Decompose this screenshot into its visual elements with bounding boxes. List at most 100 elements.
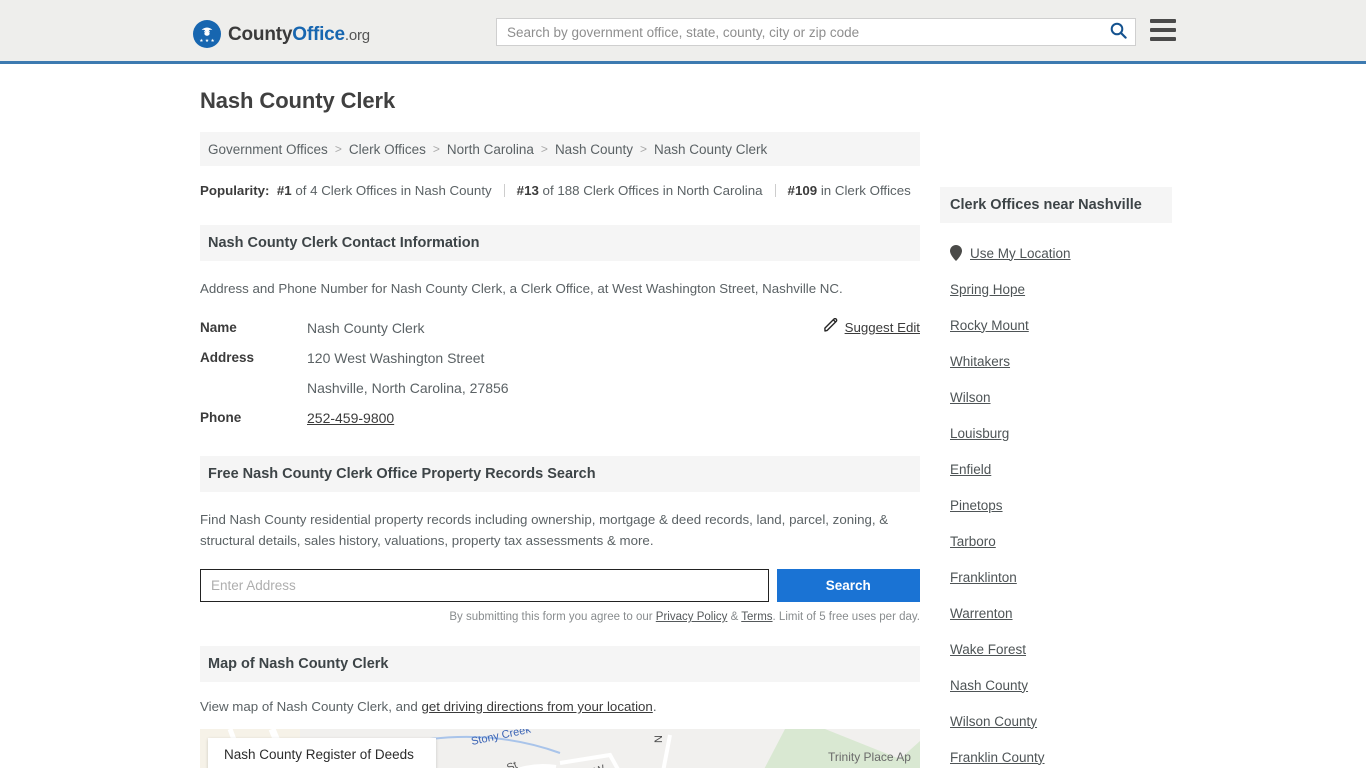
edit-pencil-icon [823, 313, 838, 343]
contact-info-row: Nashville, North Carolina, 27856 [200, 373, 920, 403]
search-input[interactable] [497, 19, 1101, 45]
sidebar-item-link[interactable]: Nash County [950, 678, 1028, 693]
contact-info-value: Nash County Clerk [307, 320, 425, 336]
map-section-heading: Map of Nash County Clerk [200, 646, 920, 682]
sidebar-item-link[interactable]: Wake Forest [950, 642, 1026, 657]
sidebar-item[interactable]: Tarboro [940, 523, 1172, 559]
breadcrumb-item[interactable]: Nash County Clerk [654, 142, 767, 157]
sidebar-item[interactable]: Wilson County [940, 703, 1172, 739]
fineprint-before: By submitting this form you agree to our [449, 611, 656, 623]
breadcrumb-item[interactable]: North Carolina [447, 142, 534, 157]
sidebar-item-link[interactable]: Pinetops [950, 498, 1003, 513]
popularity-divider [774, 184, 776, 197]
map-canvas[interactable]: Stony Creek e St W N Trinity Place Ap Na… [200, 729, 920, 768]
sidebar-item-link[interactable]: Franklin County [950, 750, 1045, 765]
phone-link[interactable]: 252-459-9800 [307, 410, 394, 426]
map-intro-text: View map of Nash County Clerk, and get d… [200, 699, 920, 714]
use-my-location-link[interactable]: Use My Location [970, 246, 1071, 261]
sidebar-item-link[interactable]: Wilson [950, 390, 991, 405]
contact-section-heading: Nash County Clerk Contact Information [200, 225, 920, 261]
contact-info-value: 252-459-9800 [307, 403, 394, 433]
sidebar-item[interactable]: Rocky Mount [940, 307, 1172, 343]
sidebar-heading: Clerk Offices near Nashville [940, 187, 1172, 223]
sidebar-item-link[interactable]: Tarboro [950, 534, 996, 549]
sidebar: Clerk Offices near Nashville Use My Loca… [940, 64, 1172, 768]
breadcrumb-separator: > [432, 142, 440, 156]
eagle-seal-icon [193, 20, 221, 48]
breadcrumb-separator: > [334, 142, 342, 156]
contact-info-row: Address 120 West Washington Street [200, 343, 920, 373]
breadcrumb-item[interactable]: Nash County [555, 142, 633, 157]
popularity-rank: #109 [787, 183, 818, 198]
sidebar-links-list: Use My Location Spring Hope Rocky Mount Wh… [940, 235, 1172, 768]
contact-info-table: Suggest Edit Name Nash County Clerk Addres… [200, 313, 920, 433]
logo-text-tld: .org [344, 26, 370, 44]
sidebar-item[interactable]: Wilson [940, 379, 1172, 415]
sidebar-item-link[interactable]: Wilson County [950, 714, 1037, 729]
popularity-label: Popularity: [200, 183, 270, 198]
hamburger-menu-icon[interactable] [1150, 19, 1176, 41]
terms-link[interactable]: Terms [741, 611, 772, 623]
sidebar-item-link[interactable]: Rocky Mount [950, 318, 1029, 333]
sidebar-item-link[interactable]: Warrenton [950, 606, 1013, 621]
sidebar-item-link[interactable]: Whitakers [950, 354, 1010, 369]
breadcrumb-separator: > [540, 142, 548, 156]
logo-text-county: County [228, 23, 293, 45]
breadcrumb-separator: > [639, 142, 647, 156]
suggest-edit[interactable]: Suggest Edit [823, 313, 920, 343]
sidebar-item-use-my-location[interactable]: Use My Location [940, 235, 1172, 271]
sidebar-item[interactable]: Whitakers [940, 343, 1172, 379]
sidebar-item[interactable]: Spring Hope [940, 271, 1172, 307]
site-logo-text: CountyOffice.org [228, 25, 370, 44]
fineprint-amp: & [727, 611, 742, 623]
property-search-description: Find Nash County residential property re… [200, 512, 889, 548]
sidebar-item-link[interactable]: Spring Hope [950, 282, 1025, 297]
hamburger-bar [1150, 28, 1176, 32]
contact-info-key: Name [200, 320, 237, 335]
popularity-rank: #1 [276, 183, 292, 198]
sidebar-item-link[interactable]: Louisburg [950, 426, 1009, 441]
breadcrumb-item[interactable]: Clerk Offices [349, 142, 426, 157]
contact-section-description: Address and Phone Number for Nash County… [200, 281, 843, 296]
driving-directions-link[interactable]: get driving directions from your locatio… [421, 699, 652, 714]
sidebar-item[interactable]: Warrenton [940, 595, 1172, 631]
popularity-entry: #1 of 4 Clerk Offices in Nash County [276, 183, 492, 198]
contact-info-value: 120 West Washington Street [307, 350, 485, 366]
breadcrumb-item[interactable]: Government Offices [208, 142, 328, 157]
sidebar-item[interactable]: Nash County [940, 667, 1172, 703]
contact-info-key: Phone [200, 410, 242, 425]
hamburger-bar [1150, 19, 1176, 23]
sidebar-item[interactable]: Enfield [940, 451, 1172, 487]
breadcrumb: Government Offices > Clerk Offices > North C… [200, 132, 920, 166]
sidebar-item-link[interactable]: Enfield [950, 462, 991, 477]
search-submit-button[interactable] [1101, 19, 1135, 45]
privacy-policy-link[interactable]: Privacy Policy [656, 611, 728, 623]
map-intro-before: View map of Nash County Clerk, and [200, 699, 422, 714]
main-column: Nash County Clerk Government Offices > Cle… [200, 64, 920, 768]
sidebar-item[interactable]: Pinetops [940, 487, 1172, 523]
logo-text-office: Office [292, 23, 345, 45]
address-input[interactable] [200, 569, 769, 602]
suggest-edit-link[interactable]: Suggest Edit [845, 313, 920, 343]
site-logo[interactable]: CountyOffice.org [193, 20, 370, 48]
contact-info-value: Nashville, North Carolina, 27856 [307, 380, 509, 396]
sidebar-item[interactable]: Franklinton [940, 559, 1172, 595]
property-search-button[interactable]: Search [776, 569, 920, 602]
popularity-entry: #13 of 188 Clerk Offices in North Caroli… [516, 183, 763, 198]
map-callout[interactable]: Nash County Register of Deeds [208, 738, 436, 768]
sidebar-item[interactable]: Louisburg [940, 415, 1172, 451]
form-fineprint: By submitting this form you agree to our… [200, 611, 920, 623]
global-search-bar[interactable] [496, 18, 1136, 46]
map-label-n: N [653, 735, 665, 743]
contact-info-row: Phone 252-459-9800 [200, 403, 920, 433]
popularity-rank: #13 [516, 183, 539, 198]
property-search-form: Search [200, 569, 920, 602]
popularity-stats: Popularity: #1 of 4 Clerk Offices in Nas… [200, 179, 920, 202]
sidebar-item-link[interactable]: Franklinton [950, 570, 1017, 585]
contact-info-key: Address [200, 350, 255, 365]
map-pin-icon [950, 245, 962, 261]
sidebar-item[interactable]: Wake Forest [940, 631, 1172, 667]
map-intro-after: . [652, 699, 657, 714]
sidebar-item[interactable]: Franklin County [940, 739, 1172, 768]
map-label-trinity: Trinity Place Ap [828, 750, 911, 764]
